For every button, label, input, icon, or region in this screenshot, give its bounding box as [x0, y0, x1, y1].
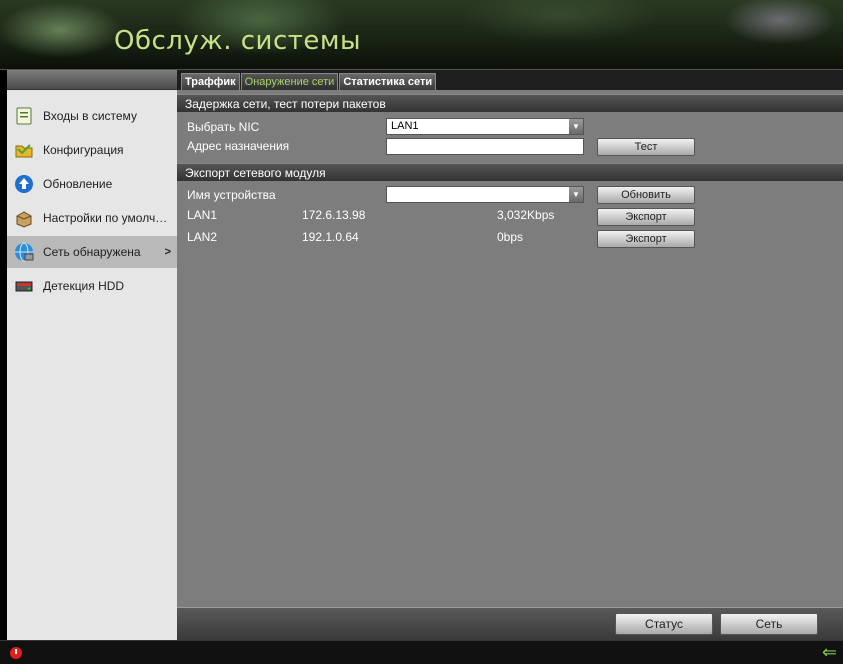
upgrade-icon [13, 173, 35, 195]
header-banner: Обслуж. системы [0, 0, 843, 70]
log-icon [13, 105, 35, 127]
tab-bar: Траффик Онаружение сети Статистика сети [177, 70, 843, 90]
sidebar-item-label: Детекция HDD [43, 279, 125, 293]
status-button[interactable]: Статус [615, 613, 713, 635]
sidebar-item-label: Сеть обнаружена [43, 245, 141, 259]
bottom-action-bar: Статус Сеть [177, 607, 843, 640]
sidebar-item-config[interactable]: Конфигурация [7, 134, 177, 166]
dest-label: Адрес назначения [187, 139, 290, 153]
hdd-icon [13, 275, 35, 297]
chevron-down-icon: ▼ [569, 187, 583, 202]
sidebar-item-label: Обновление [43, 177, 113, 191]
sidebar-item-hdd-detection[interactable]: Детекция HDD [7, 270, 177, 302]
sidebar-item-label: Настройки по умолчан... [43, 211, 169, 225]
dest-address-input[interactable] [386, 138, 584, 155]
back-arrow-icon[interactable]: ⇐ [822, 642, 837, 663]
page-title: Обслуж. системы [114, 26, 362, 56]
lan2-rate: 0bps [497, 230, 524, 244]
sidebar-item-network-detection[interactable]: Сеть обнаружена > [7, 236, 177, 268]
network-button[interactable]: Сеть [720, 613, 818, 635]
folder-icon [13, 139, 35, 161]
power-icon[interactable] [10, 647, 22, 659]
chevron-right-icon: > [164, 246, 171, 258]
network-globe-icon [13, 241, 35, 263]
lan2-ip: 192.1.0.64 [302, 230, 359, 244]
sidebar-item-label: Конфигурация [43, 143, 124, 157]
sidebar-item-upgrade[interactable]: Обновление [7, 168, 177, 200]
tab-network-detection[interactable]: Онаружение сети [240, 73, 339, 90]
tab-traffic[interactable]: Траффик [181, 73, 240, 90]
device-name-label: Имя устройства [187, 188, 276, 202]
sidebar-item-logs[interactable]: Входы в систему [7, 100, 177, 132]
test-button[interactable]: Тест [597, 138, 695, 156]
export-button-lan1[interactable]: Экспорт [597, 208, 695, 226]
section-latency-header: Задержка сети, тест потери пакетов [177, 94, 843, 112]
section-export-header: Экспорт сетевого модуля [177, 163, 843, 181]
sidebar: Входы в систему Конфигурация Обновление … [7, 70, 177, 640]
nic-label: Выбрать NIC [187, 120, 260, 134]
device-select[interactable]: ▼ [386, 186, 584, 203]
tab-network-stats[interactable]: Статистика сети [339, 73, 437, 90]
lan1-ip: 172.6.13.98 [302, 208, 366, 222]
lan2-name: LAN2 [187, 230, 218, 244]
main-panel: Траффик Онаружение сети Статистика сети … [177, 70, 843, 640]
lan1-name: LAN1 [187, 208, 218, 222]
nic-select-value: LAN1 [391, 120, 419, 132]
refresh-button[interactable]: Обновить [597, 186, 695, 204]
sidebar-item-defaults[interactable]: Настройки по умолчан... [7, 202, 177, 234]
chevron-down-icon: ▼ [569, 119, 583, 134]
sidebar-item-label: Входы в систему [43, 109, 137, 123]
default-box-icon [13, 207, 35, 229]
sidebar-top-bar [7, 70, 177, 90]
footer-bar: ⇐ [0, 640, 843, 664]
lan1-rate: 3,032Kbps [497, 208, 555, 222]
export-button-lan2[interactable]: Экспорт [597, 230, 695, 248]
nic-select[interactable]: LAN1 ▼ [386, 118, 584, 135]
